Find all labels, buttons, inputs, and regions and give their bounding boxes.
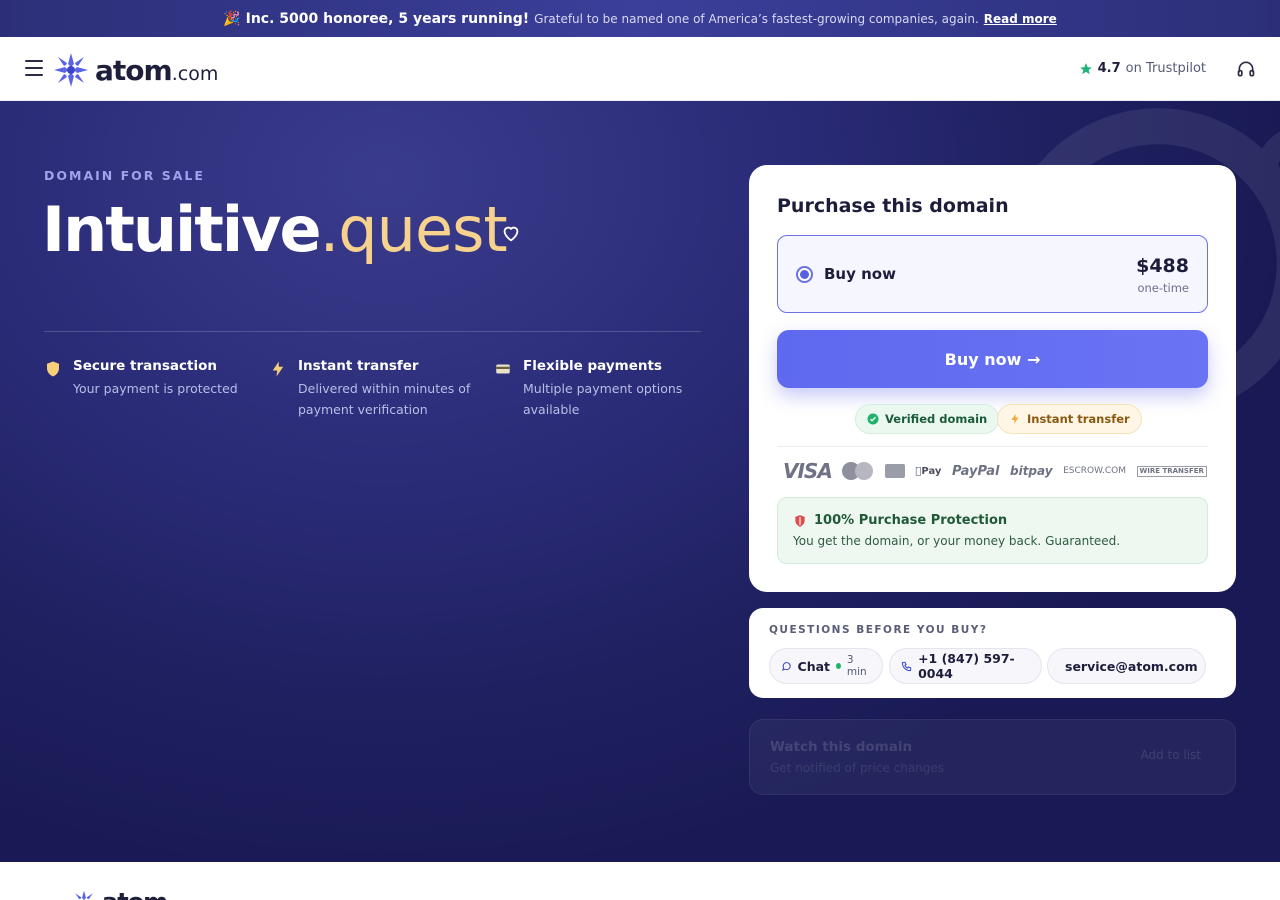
- phone-button[interactable]: +1 (847) 597-0044: [889, 648, 1042, 684]
- feature-title: Flexible payments: [523, 358, 662, 374]
- apple-pay-logo: Pay: [915, 465, 941, 477]
- buy-now-option[interactable]: Buy now $488 one-time: [777, 235, 1208, 313]
- paypal-logo: PayPal: [949, 463, 999, 479]
- trustpilot-score: 4.7: [1097, 61, 1121, 76]
- watch-title: Watch this domain: [770, 739, 913, 755]
- option-label: Buy now: [824, 265, 896, 283]
- logo-wordmark: atom.com: [95, 53, 219, 87]
- logo[interactable]: atom.com: [53, 52, 218, 88]
- visa-logo: VISA: [783, 459, 833, 483]
- feature-description: Delivered within minutes of payment veri…: [298, 381, 471, 417]
- atom-logo-icon: [54, 53, 88, 87]
- price: $488: [1136, 255, 1189, 277]
- radio-selected[interactable]: [796, 266, 813, 283]
- buy-now-button[interactable]: Buy now →: [777, 330, 1208, 388]
- footer-logo[interactable]: atom: [72, 888, 168, 900]
- feature-title: Instant transfer: [298, 358, 419, 374]
- feature-secure: Secure transaction Your payment is prote…: [44, 358, 254, 399]
- menu-icon[interactable]: [25, 60, 43, 76]
- mastercard-logo: [842, 461, 874, 481]
- star-icon: [1079, 62, 1092, 74]
- verified-domain-badge: Verified domain: [855, 404, 1000, 434]
- heart-icon[interactable]: [500, 222, 522, 244]
- lightning-icon: [1011, 414, 1019, 424]
- bitpay-logo: bitpay: [1008, 464, 1053, 478]
- price-note: one-time: [1137, 281, 1189, 295]
- domain-for-sale-label: DOMAIN FOR SALE: [44, 168, 205, 183]
- announcement-text: Grateful to be named one of America’s fa…: [534, 11, 979, 26]
- shield-icon: [795, 515, 805, 527]
- read-more-link[interactable]: Read more: [984, 12, 1057, 26]
- lightning-icon: [272, 361, 284, 377]
- feature-description: Multiple payment options available: [523, 381, 683, 417]
- announcement-bar: 🎉 Inc. 5000 honoree, 5 years running! Gr…: [0, 0, 1280, 37]
- card-divider: [777, 446, 1208, 447]
- feature-title: Secure transaction: [73, 358, 217, 374]
- instant-transfer-badge: Instant transfer: [997, 404, 1142, 434]
- questions-title: QUESTIONS BEFORE YOU BUY?: [769, 624, 988, 636]
- trustpilot-rating[interactable]: 4.7 on Trustpilot: [1079, 61, 1206, 76]
- footer: atom: [0, 862, 1280, 900]
- feature-description: Your payment is protected: [73, 381, 238, 396]
- protection-title: 100% Purchase Protection: [814, 513, 1008, 528]
- party-popper-icon: 🎉: [223, 10, 241, 27]
- card-icon: [496, 364, 510, 374]
- shield-icon: [47, 361, 59, 377]
- chat-button[interactable]: Chat 3 min: [769, 648, 883, 684]
- wire-transfer-logo: WIRE TRANSFER: [1136, 465, 1207, 477]
- protection-text: You get the domain, or your money back. …: [793, 534, 1121, 548]
- purchase-protection: 100% Purchase Protection You get the dom…: [777, 497, 1208, 564]
- escrow-logo: ESCROW.COM: [1062, 466, 1126, 476]
- chat-icon: [781, 661, 791, 671]
- headset-icon[interactable]: [1236, 59, 1256, 79]
- payment-methods: VISA Pay PayPal bitpay ESCROW.COM WIRE …: [783, 459, 1207, 483]
- chat-wait-time: 3 min: [846, 654, 867, 678]
- domain-name: Intuitive.quest: [42, 193, 508, 266]
- feature-instant: Instant transfer Delivered within minute…: [269, 358, 479, 420]
- announcement-headline: Inc. 5000 honoree, 5 years running!: [245, 10, 530, 27]
- online-dot: [836, 663, 841, 669]
- trustpilot-label: on Trustpilot: [1125, 61, 1206, 76]
- watch-button[interactable]: Add to list: [1140, 748, 1201, 762]
- purchase-title: Purchase this domain: [777, 195, 1009, 217]
- amex-logo: [884, 464, 905, 478]
- watch-description: Get notified of price changes: [770, 761, 945, 775]
- phone-icon: [901, 661, 912, 671]
- atom-logo-icon: [75, 890, 93, 900]
- check-circle-icon: [867, 413, 879, 425]
- watch-domain-card: Watch this domain Get notified of price …: [749, 719, 1236, 795]
- site-header: atom.com 4.7 on Trustpilot: [0, 37, 1280, 101]
- email-button[interactable]: service@atom.com: [1047, 648, 1206, 684]
- feature-flexible: Flexible payments Multiple payment optio…: [494, 358, 704, 420]
- purchase-card: Purchase this domain Buy now $488 one-ti…: [749, 165, 1236, 592]
- questions-card: QUESTIONS BEFORE YOU BUY? Chat 3 min +1 …: [749, 608, 1236, 698]
- hero-divider: [44, 331, 701, 332]
